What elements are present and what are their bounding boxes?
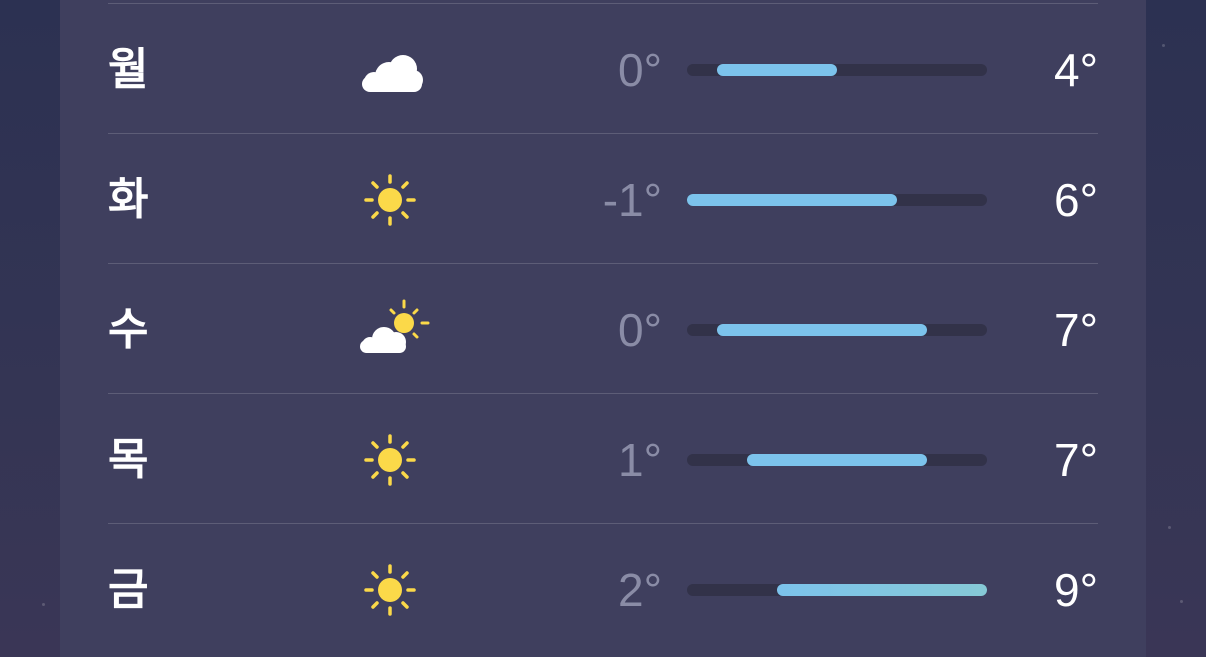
sun-icon: [356, 426, 436, 494]
temperature-range-bar: [777, 584, 987, 596]
partly-cloudy-icon: [356, 296, 436, 364]
low-temperature: 2°: [618, 564, 662, 616]
temperature-range-track: [687, 324, 987, 336]
forecast-row: 월 0° 4°: [108, 3, 1098, 133]
day-label: 수: [108, 304, 149, 355]
background-star: [1180, 600, 1183, 603]
temperature-range-track: [687, 454, 987, 466]
low-temperature: 1°: [618, 434, 662, 486]
sun-icon: [356, 556, 436, 624]
forecast-row: 목 1° 7°: [108, 393, 1098, 523]
high-temperature: 7°: [1054, 304, 1098, 356]
temperature-range-bar: [717, 324, 927, 336]
high-temperature: 6°: [1054, 174, 1098, 226]
cloud-icon: [356, 36, 436, 104]
temperature-range-bar: [687, 194, 897, 206]
day-label: 목: [108, 434, 149, 485]
background-star: [1162, 44, 1165, 47]
high-temperature: 7°: [1054, 434, 1098, 486]
background-star: [1168, 526, 1171, 529]
temperature-range-bar: [747, 454, 927, 466]
sun-icon: [356, 166, 436, 234]
forecast-row: 금 2° 9°: [108, 523, 1098, 653]
temperature-range-track: [687, 194, 987, 206]
daily-forecast-list: 월 0° 4° 화 -1° 6° 수 0° 7° 목 1° 7° 금 2° 9°: [108, 3, 1098, 653]
high-temperature: 9°: [1054, 564, 1098, 616]
day-label: 월: [108, 44, 149, 95]
forecast-row: 화 -1° 6°: [108, 133, 1098, 263]
high-temperature: 4°: [1054, 44, 1098, 96]
temperature-range-track: [687, 584, 987, 596]
day-label: 화: [108, 174, 149, 225]
low-temperature: 0°: [618, 44, 662, 96]
temperature-range-track: [687, 64, 987, 76]
low-temperature: 0°: [618, 304, 662, 356]
forecast-row: 수 0° 7°: [108, 263, 1098, 393]
low-temperature: -1°: [602, 174, 662, 226]
day-label: 금: [108, 564, 149, 615]
background-star: [42, 603, 45, 606]
temperature-range-bar: [717, 64, 837, 76]
